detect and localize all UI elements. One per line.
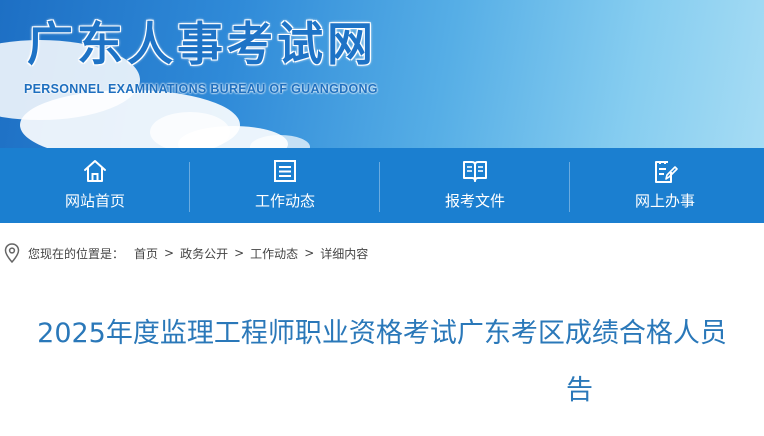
site-subtitle: PERSONNEL EXAMINATIONS BUREAU OF GUANGDO… xyxy=(24,82,378,96)
nav-label: 网站首页 xyxy=(64,192,125,210)
nav-item-online-services[interactable]: 网上办事 xyxy=(570,148,760,223)
breadcrumb-item-home[interactable]: 首页 xyxy=(134,245,158,262)
nav-label: 报考文件 xyxy=(444,192,505,210)
news-list-icon xyxy=(274,160,296,182)
nav-item-exam-documents[interactable]: 报考文件 xyxy=(380,148,570,223)
article-title-continued: 告 xyxy=(566,375,593,406)
breadcrumb-separator: > xyxy=(234,246,245,260)
breadcrumb-separator: > xyxy=(304,246,315,260)
home-icon xyxy=(84,160,106,182)
nav-label: 工作动态 xyxy=(254,192,315,210)
main-nav: 网站首页 工作动态 报考文件 网上办事 xyxy=(0,148,764,223)
nav-item-home[interactable]: 网站首页 xyxy=(0,148,190,223)
breadcrumb-separator: > xyxy=(164,246,175,260)
nav-label: 网上办事 xyxy=(634,192,695,210)
breadcrumb-item-details: 详细内容 xyxy=(320,246,369,261)
open-book-icon xyxy=(463,161,487,182)
header-banner: 广东人事考试网 PERSONNEL EXAMINATIONS BUREAU OF… xyxy=(0,0,764,148)
breadcrumb-prefix: 您现在的位置是： xyxy=(28,246,125,261)
breadcrumb-item-government-affairs[interactable]: 政务公开 xyxy=(180,245,228,262)
nav-item-work-news[interactable]: 工作动态 xyxy=(190,148,380,223)
breadcrumb: 您现在的位置是： 首页 > 政务公开 > 工作动态 > 详细内容 xyxy=(0,238,764,268)
article-title: 2025年度监理工程师职业资格考试广东考区成绩合格人员 xyxy=(37,318,727,349)
edit-document-icon xyxy=(655,161,678,183)
location-pin-icon xyxy=(4,243,20,263)
site-title: 广东人事考试网 xyxy=(27,17,377,71)
breadcrumb-item-work-news[interactable]: 工作动态 xyxy=(250,245,298,262)
